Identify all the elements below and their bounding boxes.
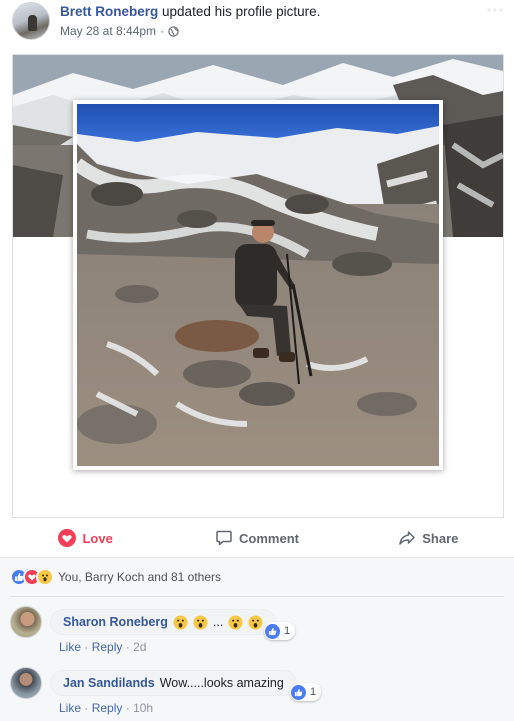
comment-reaction-number: 1 — [284, 625, 291, 637]
comment-actions: Like · Reply · 2d — [59, 640, 146, 654]
comment-button[interactable]: Comment — [171, 529, 342, 547]
like-link[interactable]: Like — [59, 701, 81, 715]
comment-actions: Like · Reply · 10h — [59, 701, 153, 715]
wow-emoji-icon — [193, 614, 208, 630]
post-action-bar: Love Comment Share — [0, 519, 514, 557]
comment-reaction-number: 1 — [310, 686, 317, 698]
post-action-text: updated his profile picture. — [162, 4, 321, 19]
post-title: Brett Roneberg updated his profile pictu… — [60, 4, 320, 19]
commenter-avatar[interactable] — [10, 606, 42, 638]
love-label: Love — [82, 530, 113, 546]
comment-time[interactable]: 10h — [133, 701, 153, 715]
post-header: Brett Roneberg updated his profile pictu… — [0, 0, 514, 50]
like-icon — [265, 623, 280, 639]
like-icon — [291, 684, 306, 700]
comment-item: Sharon Roneberg ... 1 Like · Reply · 2d — [10, 606, 504, 662]
wow-emoji-icon — [173, 614, 188, 630]
post-meta: May 28 at 8:44pm · — [60, 24, 179, 38]
reply-link[interactable]: Reply — [92, 701, 123, 715]
comment-item: Jan Sandilands Wow.....looks amazing 1 L… — [10, 667, 504, 721]
share-icon — [399, 531, 415, 545]
action-separator: · — [84, 701, 89, 715]
meta-separator: · — [160, 24, 165, 38]
reply-link[interactable]: Reply — [92, 640, 123, 654]
reaction-summary-text: You, Barry Koch and 81 others — [58, 570, 221, 584]
share-button[interactable]: Share — [343, 529, 514, 547]
comment-text: Wow.....looks amazing — [159, 676, 284, 690]
author-avatar[interactable] — [12, 2, 50, 40]
reaction-summary[interactable]: You, Barry Koch and 81 others — [10, 568, 221, 586]
comment-icon — [216, 530, 232, 546]
comment-reaction-count[interactable]: 1 — [264, 622, 296, 640]
wow-emoji-icon — [228, 614, 243, 630]
share-label: Share — [422, 530, 459, 546]
comment-label: Comment — [239, 530, 299, 546]
commenter-avatar[interactable] — [10, 667, 42, 699]
love-icon — [58, 529, 77, 547]
action-separator: · — [125, 640, 130, 654]
comment-text: ... — [212, 615, 224, 629]
author-name-link[interactable]: Brett Roneberg — [60, 4, 158, 19]
post-timestamp[interactable]: May 28 at 8:44pm — [60, 24, 156, 38]
globe-icon[interactable] — [168, 25, 179, 37]
comment-time[interactable]: 2d — [133, 640, 146, 654]
wow-icon — [36, 568, 54, 586]
profile-picture[interactable] — [73, 100, 443, 470]
post-media[interactable] — [12, 54, 504, 518]
comment-reaction-count[interactable]: 1 — [290, 683, 322, 701]
divider — [10, 596, 504, 597]
like-link[interactable]: Like — [59, 640, 81, 654]
wow-emoji-icon — [248, 614, 263, 630]
reaction-icons — [10, 568, 54, 586]
feedback-section: You, Barry Koch and 81 others Sharon Ron… — [0, 557, 514, 721]
action-separator: · — [84, 640, 89, 654]
commenter-name[interactable]: Jan Sandilands — [63, 676, 155, 690]
comment-bubble: Sharon Roneberg ... — [50, 609, 277, 635]
commenter-name[interactable]: Sharon Roneberg — [63, 615, 168, 629]
comment-bubble: Jan Sandilands Wow.....looks amazing — [50, 670, 297, 696]
more-options-icon[interactable] — [486, 6, 504, 14]
action-separator: · — [125, 701, 130, 715]
love-button[interactable]: Love — [0, 529, 171, 547]
